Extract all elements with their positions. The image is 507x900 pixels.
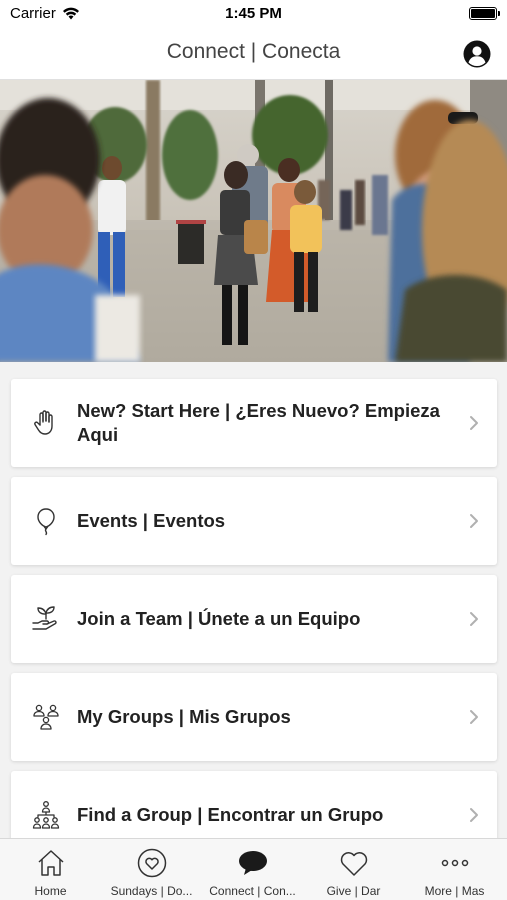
card-list: New? Start Here | ¿Eres Nuevo? Empieza A… — [0, 362, 507, 838]
status-time: 1:45 PM — [225, 5, 282, 22]
hand-wave-icon — [34, 410, 53, 435]
chevron-right-icon — [470, 514, 478, 528]
hero-photo-illustration — [0, 80, 507, 362]
card-label: My Groups | Mis Grupos — [77, 706, 291, 727]
navigation-bar: Connect | Conecta — [0, 28, 507, 80]
tab-label: Connect | Con... — [209, 884, 296, 898]
tab-more[interactable]: More | Mas — [404, 839, 505, 900]
group-icon — [33, 704, 59, 730]
chevron-right-icon — [470, 612, 478, 626]
hand-plant-icon — [32, 606, 57, 630]
card-my-groups[interactable]: My Groups | Mis Grupos — [11, 673, 497, 761]
status-bar: Carrier 1:45 PM — [0, 0, 507, 28]
card-events[interactable]: Events | Eventos — [11, 477, 497, 565]
tab-label: Home — [34, 884, 67, 898]
tab-home[interactable]: Home — [0, 839, 101, 900]
tab-connect[interactable]: Connect | Con... — [202, 839, 303, 900]
battery-icon — [469, 7, 500, 20]
chat-bubble-icon — [238, 851, 267, 875]
card-label: Events | Eventos — [77, 510, 226, 531]
tab-label: Sundays | Do... — [110, 884, 193, 898]
tab-bar: Home Sundays | Do... Connect | Con... Gi… — [0, 838, 507, 900]
card-label: Join a Team | Únete a un Equipo — [77, 608, 361, 629]
tab-label: Give | Dar — [326, 884, 381, 898]
chevron-right-icon — [470, 808, 478, 822]
tab-give[interactable]: Give | Dar — [303, 839, 404, 900]
card-new-start-here[interactable]: New? Start Here | ¿Eres Nuevo? Empieza A… — [11, 379, 497, 467]
tab-sundays[interactable]: Sundays | Do... — [101, 839, 202, 900]
card-join-a-team[interactable]: Join a Team | Únete a un Equipo — [11, 575, 497, 663]
card-label: New? Start Here | ¿Eres Nuevo? Empieza A… — [77, 400, 440, 445]
home-icon — [37, 850, 64, 876]
balloon-icon — [37, 508, 55, 536]
card-label: Find a Group | Encontrar un Grupo — [77, 804, 384, 825]
profile-icon[interactable] — [463, 40, 491, 68]
tab-label: More | Mas — [424, 884, 485, 898]
hero-photo — [0, 80, 507, 362]
chevron-right-icon — [470, 416, 478, 430]
more-dots-icon — [441, 859, 468, 867]
card-find-a-group[interactable]: Find a Group | Encontrar un Grupo — [11, 771, 497, 838]
heart-circle-icon — [137, 848, 166, 878]
page-title: Connect | Conecta — [166, 40, 341, 63]
chevron-right-icon — [470, 710, 478, 724]
people-network-icon — [32, 801, 60, 829]
heart-icon — [340, 852, 367, 876]
